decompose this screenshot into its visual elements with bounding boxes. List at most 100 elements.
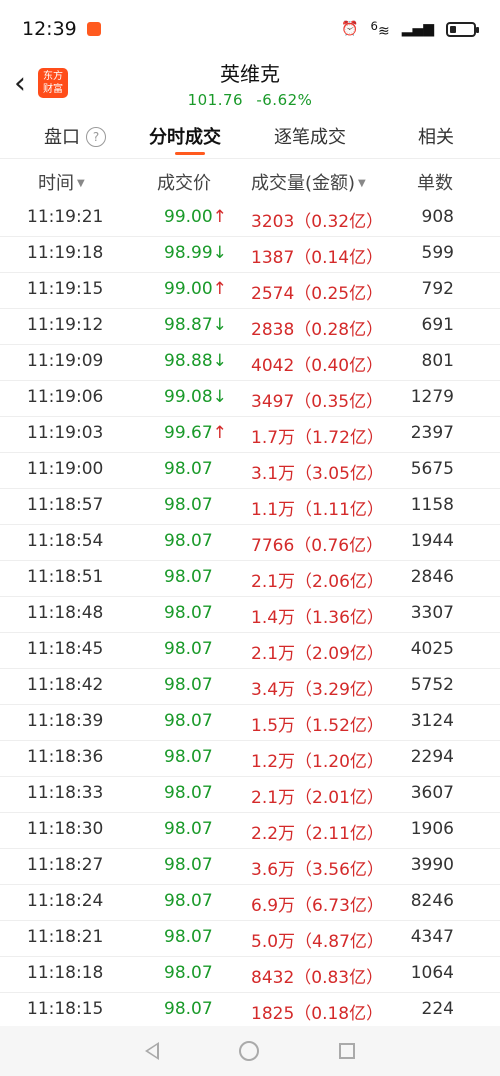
cell-volume-value: 1.1万（1.11亿） bbox=[251, 500, 384, 520]
table-row: 11:18:48 98.07 1.4万（1.36亿） 3307 bbox=[0, 597, 500, 633]
tab-tick-trades-label: 逐笔成交 bbox=[274, 127, 346, 148]
cell-volume: 2.1万（2.01亿） bbox=[251, 783, 384, 808]
help-icon[interactable]: ? bbox=[86, 127, 106, 147]
cell-time: 11:18:45 bbox=[27, 639, 103, 659]
cell-count: 2294 bbox=[411, 747, 454, 767]
cell-time: 11:19:09 bbox=[27, 351, 103, 371]
tab-time-trades[interactable]: 分时成交 bbox=[149, 123, 221, 149]
cell-volume: 3.6万（3.56亿） bbox=[251, 855, 384, 880]
cell-count: 4347 bbox=[411, 927, 454, 947]
cell-count-value: 8246 bbox=[410, 891, 454, 911]
cell-volume-value: 5.0万（4.87亿） bbox=[251, 932, 384, 952]
logo-line1: 东方 bbox=[43, 71, 63, 82]
cell-price: 98.07 bbox=[164, 711, 213, 731]
cell-time: 11:18:57 bbox=[27, 495, 103, 515]
cell-price-value: 98.87 bbox=[164, 315, 213, 335]
cell-price-value: 98.07 bbox=[164, 675, 213, 695]
cell-price: 98.07 bbox=[164, 783, 213, 803]
table-row: 11:18:36 98.07 1.2万（1.20亿） 2294 bbox=[0, 741, 500, 777]
tab-bar: 盘口? 分时成交 逐笔成交 相关 bbox=[0, 114, 500, 159]
cell-count-value: 792 bbox=[421, 279, 454, 299]
sort-caret-icon: ▼ bbox=[358, 178, 366, 189]
cell-time: 11:18:30 bbox=[27, 819, 103, 839]
tab-related[interactable]: 相关 bbox=[418, 123, 454, 149]
cell-price-value: 98.07 bbox=[164, 459, 213, 479]
cell-count: 2397 bbox=[411, 423, 454, 443]
cell-price-value: 98.07 bbox=[164, 639, 213, 659]
table-row: 11:18:15 98.07 1825（0.18亿） 224 bbox=[0, 993, 500, 1029]
cell-price: 98.88↓ bbox=[164, 351, 227, 371]
chevron-left-icon[interactable]: ‹ bbox=[8, 66, 32, 101]
cell-count: 1064 bbox=[411, 963, 454, 983]
cell-price-value: 98.07 bbox=[164, 927, 213, 947]
cell-price: 98.07 bbox=[164, 927, 213, 947]
cell-volume-value: 1.4万（1.36亿） bbox=[251, 608, 384, 628]
cell-count: 1158 bbox=[411, 495, 454, 515]
cell-count-value: 3124 bbox=[410, 711, 454, 731]
tab-order-book-label: 盘口 bbox=[44, 127, 80, 148]
nav-recents-icon[interactable] bbox=[339, 1043, 355, 1059]
table-row: 11:18:39 98.07 1.5万（1.52亿） 3124 bbox=[0, 705, 500, 741]
column-header-volume[interactable]: 成交量(金额) ▼ bbox=[251, 169, 366, 195]
cell-price: 98.07 bbox=[164, 459, 213, 479]
cell-time: 11:19:21 bbox=[27, 207, 103, 227]
nav-back-icon[interactable] bbox=[145, 1042, 159, 1060]
tab-related-label: 相关 bbox=[418, 127, 454, 148]
cell-volume: 1.7万（1.72亿） bbox=[251, 423, 384, 448]
trades-table[interactable]: 11:19:21 99.00↑ 3203（0.32亿） 908 11:19:18 98.9… bbox=[0, 201, 500, 1065]
cell-volume-value: 3.4万（3.29亿） bbox=[251, 680, 384, 700]
cell-count-value: 1906 bbox=[410, 819, 454, 839]
cell-time-value: 11:18:36 bbox=[27, 747, 104, 767]
cell-count: 3124 bbox=[411, 711, 454, 731]
table-row: 11:19:18 98.99↓ 1387（0.14亿） 599 bbox=[0, 237, 500, 273]
status-time: 12:39 bbox=[22, 18, 77, 40]
cell-price: 98.07 bbox=[164, 819, 213, 839]
cell-volume: 1.1万（1.11亿） bbox=[251, 495, 384, 520]
cell-time-value: 11:18:27 bbox=[27, 855, 104, 875]
cell-volume-value: 4042（0.40亿） bbox=[251, 356, 384, 376]
cell-time-value: 11:19:18 bbox=[27, 243, 104, 263]
column-header-price-label: 成交价 bbox=[157, 173, 211, 194]
stock-name: 英维克 bbox=[220, 62, 280, 86]
table-row: 11:19:09 98.88↓ 4042（0.40亿） 801 bbox=[0, 345, 500, 381]
table-header: 时间 ▼ 成交价 成交量(金额) ▼ 单数 bbox=[0, 159, 500, 201]
cell-time: 11:18:36 bbox=[27, 747, 103, 767]
cell-price-value: 99.08 bbox=[164, 387, 213, 407]
cell-count: 1906 bbox=[411, 819, 454, 839]
nav-home-icon[interactable] bbox=[239, 1041, 259, 1061]
cell-count: 2846 bbox=[411, 567, 454, 587]
battery-icon bbox=[446, 21, 479, 37]
cell-volume: 1387（0.14亿） bbox=[251, 243, 383, 268]
cell-price: 98.99↓ bbox=[164, 243, 227, 263]
arrow-down-icon: ↓ bbox=[212, 315, 227, 335]
table-row: 11:19:00 98.07 3.1万（3.05亿） 5675 bbox=[0, 453, 500, 489]
tab-order-book[interactable]: 盘口? bbox=[44, 123, 106, 149]
cell-count-value: 801 bbox=[421, 351, 454, 371]
app-header: 英维克 101.76 -6.62% ‹ 东方 财富 bbox=[0, 58, 500, 114]
cell-volume-value: 3.1万（3.05亿） bbox=[251, 464, 384, 484]
tab-tick-trades[interactable]: 逐笔成交 bbox=[274, 123, 346, 149]
cell-time-value: 11:18:39 bbox=[27, 711, 104, 731]
table-row: 11:19:03 99.67↑ 1.7万（1.72亿） 2397 bbox=[0, 417, 500, 453]
alarm-icon: ⏰ bbox=[341, 21, 359, 37]
cell-time-value: 11:18:57 bbox=[27, 495, 104, 515]
cell-volume-value: 3497（0.35亿） bbox=[251, 392, 384, 412]
cell-volume: 6.9万（6.73亿） bbox=[251, 891, 384, 916]
cell-time-value: 11:19:21 bbox=[27, 207, 104, 227]
cell-volume: 1825（0.18亿） bbox=[251, 999, 383, 1024]
cell-time: 11:18:21 bbox=[27, 927, 103, 947]
cell-price-value: 98.07 bbox=[164, 747, 213, 767]
cell-count: 224 bbox=[422, 999, 454, 1019]
cell-count-value: 3307 bbox=[410, 603, 454, 623]
status-left: 12:39 bbox=[22, 18, 101, 40]
cell-count-value: 2846 bbox=[410, 567, 454, 587]
cellular-signal-icon: ▂▄▆ bbox=[401, 21, 434, 37]
cell-volume: 1.4万（1.36亿） bbox=[251, 603, 384, 628]
cell-price: 98.07 bbox=[164, 495, 213, 515]
table-row: 11:18:21 98.07 5.0万（4.87亿） 4347 bbox=[0, 921, 500, 957]
cell-time-value: 11:19:09 bbox=[27, 351, 104, 371]
cell-time: 11:18:54 bbox=[27, 531, 103, 551]
column-header-time[interactable]: 时间 ▼ bbox=[38, 169, 85, 195]
cell-volume-value: 2574（0.25亿） bbox=[251, 284, 384, 304]
table-row: 11:18:45 98.07 2.1万（2.09亿） 4025 bbox=[0, 633, 500, 669]
